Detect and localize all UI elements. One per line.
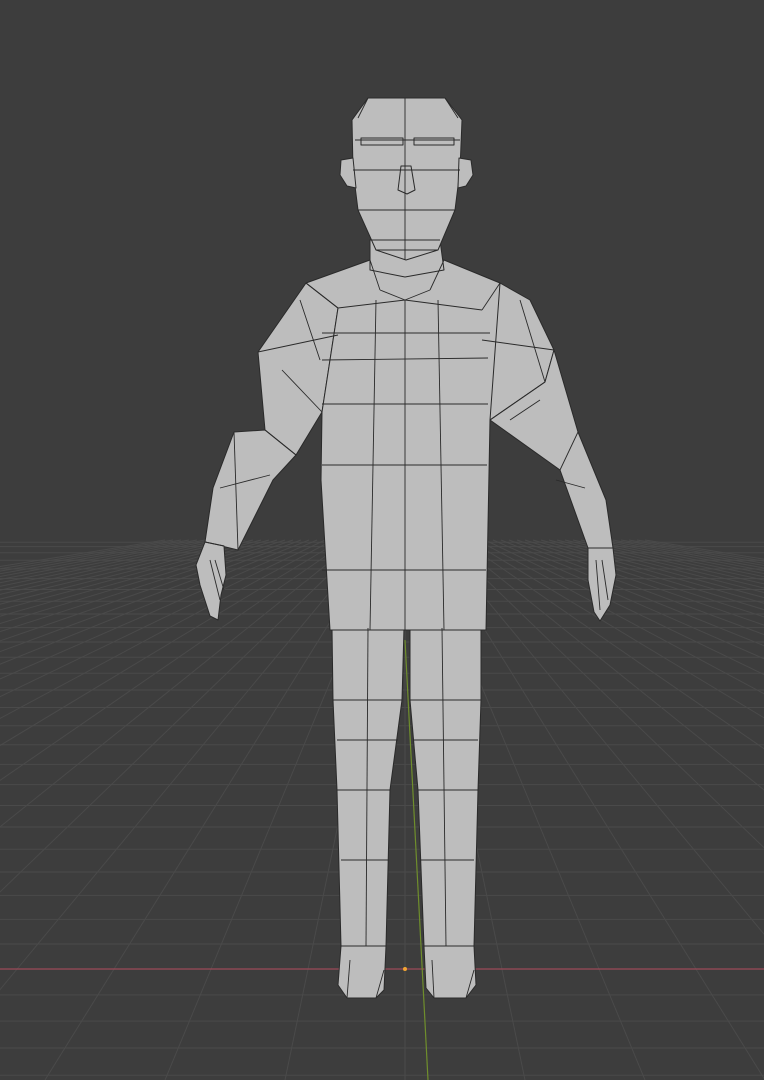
grid-line: [0, 539, 374, 991]
grid-line: [0, 539, 278, 624]
grid-line: [484, 539, 764, 676]
grid-line: [468, 539, 764, 719]
left-eyebrow: [360, 137, 404, 146]
right-ear: [457, 157, 474, 189]
left-ear: [339, 157, 357, 189]
grid-line: [0, 539, 294, 642]
grid-line: [444, 539, 764, 849]
grid-line: [0, 539, 318, 680]
grid-line: [0, 539, 174, 570]
grid-line: [636, 539, 764, 562]
grid-line: [476, 539, 764, 695]
grid-line: [452, 539, 764, 791]
origin-point: [403, 967, 407, 971]
grid-line: [564, 539, 764, 589]
grid-line: [620, 539, 764, 567]
grid-line: [0, 539, 254, 605]
grid-line: [548, 539, 764, 599]
grid-line: [0, 539, 326, 698]
right-hand: [587, 547, 617, 622]
grid-line: [0, 539, 270, 617]
grid-line: [0, 539, 182, 572]
grid-line: [0, 539, 310, 665]
grid-line: [580, 539, 764, 581]
grid-line: [644, 539, 764, 560]
grid-line: [0, 539, 358, 828]
grid-line: [460, 539, 764, 750]
grid-line: [532, 539, 764, 611]
grid-line: [0, 539, 198, 578]
grid-line: [0, 539, 190, 575]
grid-line: [0, 539, 286, 633]
viewport-canvas[interactable]: [0, 0, 764, 1080]
grid-line: [596, 539, 764, 575]
grid-line: [588, 539, 764, 578]
3d-viewport[interactable]: [0, 0, 764, 1080]
grid-line: [612, 539, 764, 569]
left-foot: [337, 945, 387, 999]
left-forearm: [204, 429, 297, 551]
grid-line: [0, 539, 350, 781]
grid-line: [0, 539, 206, 581]
grid-line: [0, 539, 238, 595]
right-eyebrow: [413, 137, 455, 146]
grid-line: [628, 539, 764, 564]
grid-line: [508, 539, 764, 636]
grid-line: [0, 539, 334, 719]
grid-line: [0, 539, 342, 747]
grid-line: [0, 539, 246, 600]
grid-line: [572, 539, 764, 585]
grid-line: [0, 539, 262, 611]
